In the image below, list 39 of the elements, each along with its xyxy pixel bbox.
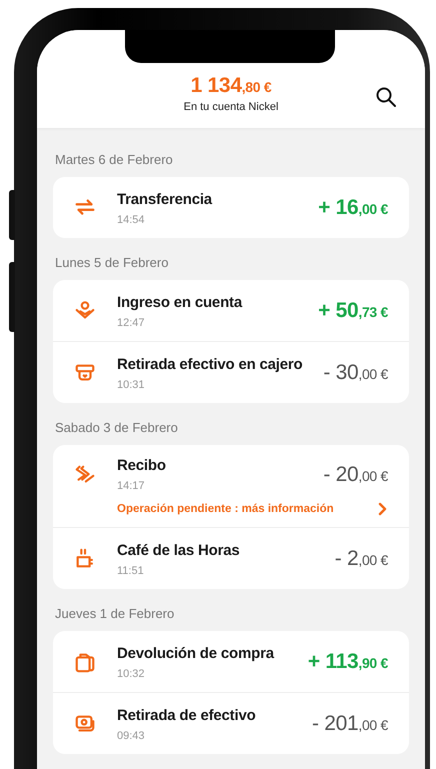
account-balance: 1 134,80 €	[190, 74, 272, 99]
date-heading: Lunes 5 de Febrero	[55, 255, 170, 271]
transaction-row[interactable]: Transferencia 14:54 + 16,00 €	[53, 177, 409, 238]
zigzag-icon	[74, 464, 96, 486]
transaction-row[interactable]: Retirada de efectivo 09:43 - 201,00 €	[53, 692, 409, 754]
date-heading: Sabado 3 de Febrero	[55, 420, 179, 436]
transaction-time: 11:51	[117, 564, 145, 576]
transaction-row[interactable]: Retirada efectivo en cajero 10:31 - 30,00 €	[53, 341, 409, 403]
coffee-cup-icon	[74, 548, 96, 570]
amount: - 201,00 €	[312, 712, 388, 736]
search-icon[interactable]	[375, 86, 397, 108]
amount: + 113,90 €	[308, 650, 388, 674]
transaction-title: Retirada de efectivo	[117, 706, 257, 724]
transaction-row[interactable]: Recibo 14:17 - 20,00 € Operación pendiente : más información	[53, 445, 409, 527]
transaction-time: 14:54	[117, 214, 146, 226]
transaction-time: 09:43	[117, 730, 146, 742]
date-heading: Jueves 1 de Febrero	[55, 606, 176, 622]
shopping-bag-icon	[74, 651, 96, 673]
transaction-time: 14:17	[117, 480, 146, 492]
transaction-time: 10:31	[117, 378, 146, 390]
transaction-row[interactable]: Devolución de compra 10:32 + 113,90 €	[53, 631, 409, 692]
amount: + 16,00 €	[318, 196, 388, 220]
transaction-time: 10:32	[117, 668, 146, 680]
transaction-title: Recibo	[117, 457, 167, 474]
transaction-title: Devolución de compra	[117, 644, 276, 662]
amount: - 2,00 €	[334, 547, 388, 571]
transaction-title: Café de las Horas	[117, 542, 240, 558]
transaction-row[interactable]: Café de las Horas 11:51 - 2,00 €	[53, 527, 409, 589]
transaction-title: Retirada efectivo en cajero	[117, 356, 304, 372]
amount: + 50,73 €	[318, 299, 388, 323]
date-heading: Martes 6 de Febrero	[55, 152, 174, 168]
balance-caption: En tu cuenta Nickel	[184, 101, 278, 113]
chevron-right-icon[interactable]	[378, 502, 388, 516]
transaction-title: Ingreso en cuenta	[117, 294, 244, 310]
amount: - 20,00 €	[323, 462, 388, 486]
amount: - 30,00 €	[323, 361, 388, 385]
transaction-title: Transferencia	[117, 190, 214, 208]
transaction-time: 12:47	[117, 316, 146, 328]
transaction-row[interactable]: Ingreso en cuenta 12:47 + 50,73 €	[53, 280, 409, 341]
